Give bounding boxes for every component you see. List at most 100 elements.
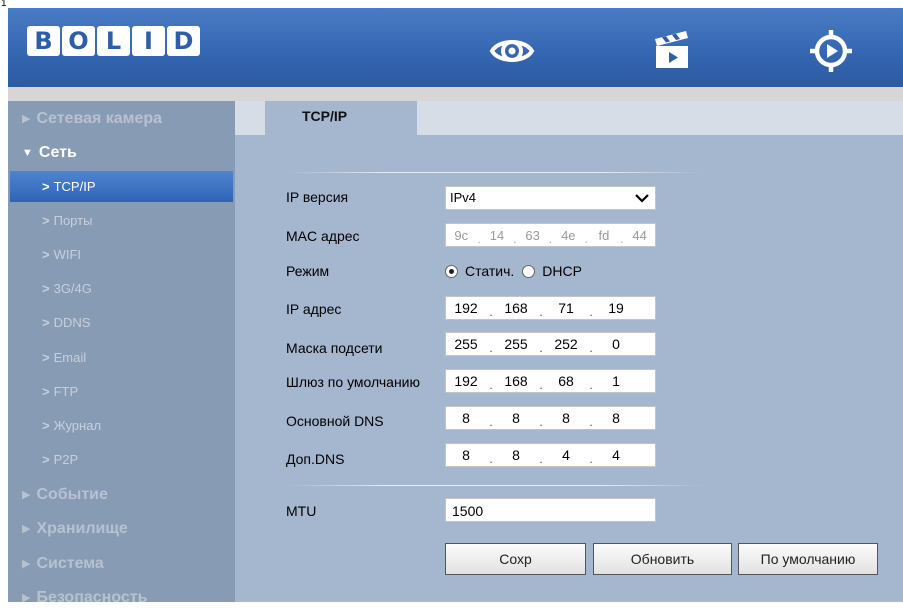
mac-octet: fd (598, 227, 610, 243)
secondary-dns-label: Доп.DNS (286, 451, 345, 467)
separator-dot: . (584, 232, 588, 246)
dns2-octet[interactable]: 8 (446, 447, 486, 463)
mode-dhcp-radio[interactable] (522, 264, 536, 278)
divider-top (286, 172, 704, 173)
gateway-octet[interactable]: 168 (496, 373, 536, 389)
sidebar-group-label: Безопасность (36, 589, 148, 606)
chevron-right-icon: > (42, 350, 50, 365)
default-button[interactable]: По умолчанию (738, 543, 878, 575)
separator-dot: . (489, 341, 493, 355)
dns2-octet[interactable]: 4 (546, 447, 586, 463)
logo-letter: L (97, 26, 130, 56)
triangle-right-icon: ▶ (22, 523, 31, 535)
sidebar-group-system[interactable]: ▶ Система (8, 547, 235, 581)
chevron-right-icon: > (42, 213, 50, 228)
sidebar-group-network-camera[interactable]: ▶ Сетевая камера (8, 102, 235, 136)
save-button[interactable]: Сохр (445, 543, 586, 575)
mac-octet: 63 (525, 227, 540, 243)
logo-letter: B (27, 26, 60, 56)
triangle-right-icon: ▶ (22, 558, 31, 570)
dns1-octet[interactable]: 8 (596, 410, 636, 426)
chevron-right-icon: > (42, 281, 50, 296)
sidebar-item-label: Порты (53, 213, 93, 228)
sidebar-group-label: Событие (36, 486, 108, 503)
mask-octet[interactable]: 255 (446, 336, 486, 352)
sidebar-item-log[interactable]: > Журнал (8, 409, 235, 442)
sidebar-item-email[interactable]: > Email (8, 341, 235, 374)
chevron-right-icon: > (42, 418, 50, 433)
chevron-down-icon (635, 194, 649, 203)
sidebar-item-ftp[interactable]: > FTP (8, 375, 235, 408)
mask-octet[interactable]: 0 (596, 336, 636, 352)
mode-static-radio[interactable] (445, 264, 458, 278)
primary-dns-field[interactable]: 8. 8. 8. 8 (445, 406, 656, 430)
sidebar-item-label: P2P (53, 452, 79, 467)
subnet-mask-label: Маска подсети (286, 340, 383, 356)
sidebar-nav: ▶ Сетевая камера ▼ Сеть > TCP/IP > Порты > WI… (8, 101, 235, 606)
sidebar-item-label: WIFI (53, 247, 82, 262)
sidebar-item-label: Email (53, 350, 87, 365)
gateway-octet[interactable]: 1 (596, 373, 636, 389)
sidebar-item-3g4g[interactable]: >3G/4G (8, 272, 235, 305)
sidebar-item-p2p[interactable]: > P2P (8, 443, 235, 476)
bolid-logo: B O L I D (27, 26, 200, 58)
ip-octet[interactable]: 71 (546, 300, 586, 316)
ip-octet[interactable]: 192 (446, 300, 486, 316)
dns2-octet[interactable]: 8 (496, 447, 536, 463)
gateway-octet[interactable]: 68 (546, 373, 586, 389)
separator-dot: . (589, 378, 593, 392)
dns1-octet[interactable]: 8 (546, 410, 586, 426)
dns1-octet[interactable]: 8 (496, 410, 536, 426)
mode-static-label[interactable]: Статич. (465, 263, 514, 279)
separator-dot: . (620, 232, 624, 246)
ip-octet[interactable]: 168 (496, 300, 536, 316)
playback-clapperboard-icon[interactable] (650, 28, 696, 74)
mtu-value: 1500 (452, 503, 484, 519)
sidebar-item-label: FTP (53, 384, 79, 399)
refresh-button[interactable]: Обновить (593, 543, 732, 575)
sidebar-item-label: TCP/IP (53, 179, 96, 194)
live-view-eye-icon[interactable] (489, 28, 535, 74)
sidebar-item-label: DDNS (53, 315, 91, 330)
sidebar-item-ddns[interactable]: > DDNS (8, 306, 235, 339)
secondary-dns-field[interactable]: 8. 8. 4. 4 (445, 443, 656, 467)
ip-version-label: IP версия (286, 189, 349, 205)
gateway-octet[interactable]: 192 (446, 373, 486, 389)
gateway-field[interactable]: 192. 168. 68. 1 (445, 369, 656, 393)
separator-dot: . (489, 452, 493, 466)
mtu-input[interactable]: 1500 (445, 498, 656, 522)
separator-dot: . (548, 232, 553, 246)
sidebar-item-tcpip[interactable]: > TCP/IP (10, 171, 233, 202)
mtu-label: MTU (286, 503, 317, 519)
setup-target-icon[interactable] (808, 28, 854, 74)
primary-dns-label: Основной DNS (286, 413, 384, 429)
ip-address-field[interactable]: 192. 168. 71. 19 (445, 296, 656, 320)
mask-octet[interactable]: 252 (546, 336, 586, 352)
ip-version-select[interactable]: IPv4 (445, 186, 656, 210)
sidebar-group-event[interactable]: ▶ Событие (8, 478, 235, 512)
separator-dot: . (489, 378, 493, 392)
sidebar-group-security[interactable]: ▶ Безопасность (8, 581, 235, 615)
mac-octet: 44 (632, 227, 647, 243)
sidebar-group-storage[interactable]: ▶ Хранилище (8, 512, 235, 546)
ip-octet[interactable]: 19 (596, 300, 636, 316)
subnet-mask-field[interactable]: 255. 255. 252. 0 (445, 332, 656, 356)
dns2-octet[interactable]: 4 (596, 447, 636, 463)
chevron-right-icon: > (42, 315, 50, 330)
sidebar-item-ports[interactable]: > Порты (8, 204, 235, 237)
tab-strip: TCP/IP (235, 101, 903, 135)
sidebar-group-network[interactable]: ▼ Сеть (8, 136, 235, 170)
sidebar-group-label: Сеть (38, 144, 77, 161)
sidebar-group-label: Хранилище (36, 520, 128, 537)
sidebar-item-wifi[interactable]: > WIFI (8, 238, 235, 271)
separator-dot: . (489, 305, 493, 319)
mode-dhcp-label[interactable]: DHCP (542, 263, 582, 279)
mode-label: Режим (286, 263, 330, 279)
corner-mark: 1 (1, 0, 7, 9)
logo-letter: I (132, 26, 165, 56)
chevron-right-icon: > (42, 247, 50, 262)
tab-tcpip[interactable]: TCP/IP (265, 101, 417, 135)
mask-octet[interactable]: 255 (496, 336, 536, 352)
separator-dot: . (589, 341, 593, 355)
dns1-octet[interactable]: 8 (446, 410, 486, 426)
